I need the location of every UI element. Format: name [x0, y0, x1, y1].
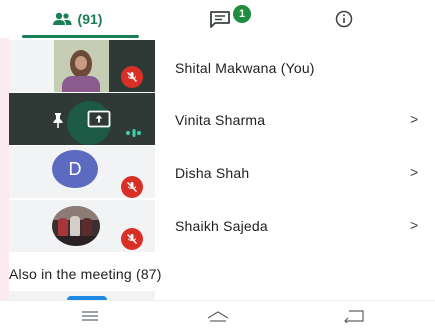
- participant-name: Shaikh Sajeda: [175, 218, 268, 234]
- active-tab-indicator: [22, 35, 139, 38]
- tab-people[interactable]: (91): [9, 0, 145, 38]
- video-tile: [9, 200, 155, 252]
- chevron-right-icon[interactable]: >: [410, 164, 418, 180]
- chat-unread-badge: 1: [233, 5, 251, 23]
- pin-icon[interactable]: [49, 111, 67, 129]
- participant-name: Shital Makwana (You): [175, 60, 315, 76]
- people-icon: [52, 12, 72, 25]
- mic-off-icon: [127, 234, 137, 244]
- home-icon[interactable]: [206, 309, 230, 323]
- video-tile: [9, 291, 155, 300]
- mute-indicator: [121, 228, 143, 250]
- participant-name: Vinita Sharma: [175, 112, 266, 128]
- mic-off-icon: [127, 182, 137, 192]
- chat-icon: [210, 11, 230, 28]
- mute-indicator: [121, 66, 143, 88]
- participant-row[interactable]: Vinita Sharma >: [0, 93, 435, 145]
- participant-row[interactable]: Shital Makwana (You): [0, 40, 435, 92]
- chevron-right-icon[interactable]: >: [410, 217, 418, 233]
- also-in-meeting-heading: Also in the meeting (87): [9, 266, 162, 282]
- system-nav-bar: [0, 300, 435, 332]
- info-icon: [335, 10, 353, 28]
- video-tile: [9, 93, 155, 145]
- participant-row[interactable]: Shaikh Sajeda >: [0, 200, 435, 252]
- present-icon: [87, 110, 111, 128]
- avatar: [52, 206, 100, 246]
- video-tile: [9, 40, 155, 92]
- chevron-right-icon[interactable]: >: [410, 111, 418, 127]
- tab-bar: (91) 1: [0, 0, 435, 38]
- participants-count: (91): [77, 11, 103, 27]
- participant-name: Disha Shah: [175, 165, 250, 181]
- audio-level-icon: [126, 129, 141, 137]
- avatar: D: [52, 150, 98, 188]
- tab-info[interactable]: [330, 0, 358, 38]
- menu-icon[interactable]: [81, 311, 99, 321]
- mute-indicator: [121, 176, 143, 198]
- mic-off-icon: [127, 72, 137, 82]
- back-icon[interactable]: [343, 309, 365, 323]
